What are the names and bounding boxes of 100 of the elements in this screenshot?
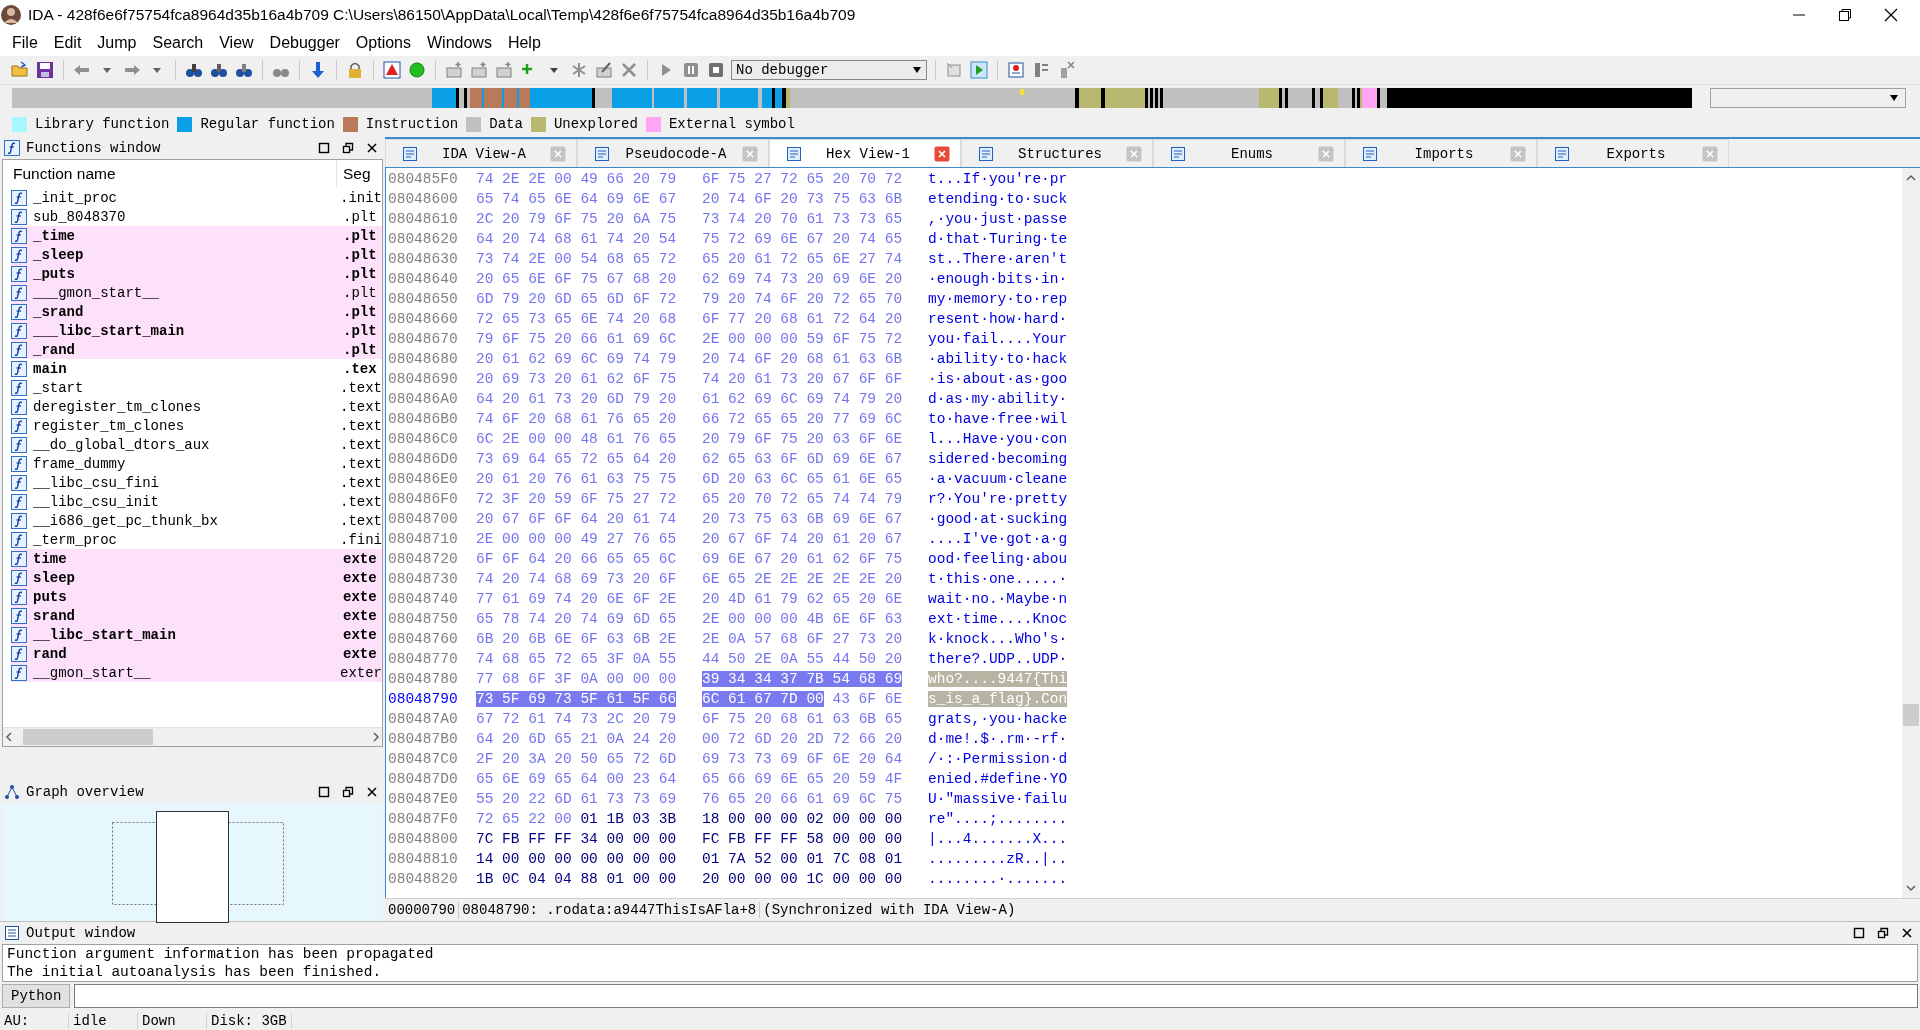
scrollbar-thumb[interactable] xyxy=(1903,704,1919,726)
tab[interactable]: Imports xyxy=(1345,139,1537,167)
hex-bytes: 2F 20 3A 20 50 65 72 6D xyxy=(476,751,677,767)
maximize-icon[interactable] xyxy=(317,141,331,155)
float-icon[interactable] xyxy=(341,141,355,155)
maximize-icon[interactable] xyxy=(317,785,331,799)
function-row[interactable]: rand exte xyxy=(11,644,382,663)
menu-item[interactable]: Search xyxy=(144,32,212,54)
menu-item[interactable]: Windows xyxy=(419,32,500,54)
function-row[interactable]: _init_proc .init xyxy=(11,188,382,207)
save-icon[interactable] xyxy=(35,60,55,80)
menu-item[interactable]: View xyxy=(211,32,262,54)
output-icon xyxy=(4,925,20,941)
hex-bytes: 61 62 69 6C 69 74 79 20 xyxy=(702,391,903,407)
tab[interactable]: IDA View-A xyxy=(385,139,577,167)
hex-bytes: 73 5F 69 73 5F 61 5F 66 xyxy=(476,691,677,707)
app-icon xyxy=(0,4,22,26)
scroll-left-icon[interactable] xyxy=(3,731,15,743)
legend-label: Instruction xyxy=(365,116,459,132)
function-name: _puts xyxy=(33,265,76,282)
restore-icon[interactable] xyxy=(1836,6,1854,24)
run-to-cursor-icon[interactable] xyxy=(969,60,989,80)
close-icon[interactable] xyxy=(1900,926,1914,940)
warning-icon[interactable] xyxy=(382,60,402,80)
edit-icon[interactable] xyxy=(594,60,614,80)
menu-item[interactable]: Options xyxy=(347,32,419,54)
menu-item[interactable]: Edit xyxy=(45,32,90,54)
function-name: _term_proc xyxy=(33,531,118,548)
ascii-text: .........zR..|.. xyxy=(928,851,1068,867)
scrollbar-thumb[interactable] xyxy=(23,729,153,745)
scroll-down-icon[interactable] xyxy=(1905,882,1917,894)
column-header[interactable]: Function name xyxy=(3,160,337,188)
tab[interactable]: Structures xyxy=(961,139,1153,167)
circle-icon[interactable] xyxy=(407,60,427,80)
function-row[interactable]: ___gmon_start__ .plt xyxy=(11,283,382,302)
function-row[interactable]: __i686_get_pc_thunk_bx .text xyxy=(11,511,382,530)
function-row[interactable]: __do_global_dtors_aux .text xyxy=(11,435,382,454)
function-row[interactable]: srand exte xyxy=(11,606,382,625)
tab[interactable]: Hex View-1 xyxy=(769,139,961,167)
function-row[interactable]: deregister_tm_clones .text xyxy=(11,397,382,416)
menu-item[interactable]: Debugger xyxy=(261,32,348,54)
menu-item[interactable]: Help xyxy=(499,32,549,54)
tab[interactable]: Pseudocode-A xyxy=(577,139,769,167)
function-row[interactable]: _rand .plt xyxy=(11,340,382,359)
ascii-text: d·as·my·ability· xyxy=(928,391,1068,407)
hex-bytes: 65 20 61 72 65 6E 27 74 xyxy=(702,251,903,267)
hex-address: 08048720 xyxy=(387,551,459,567)
ascii-text: etending·to·suck xyxy=(928,191,1068,207)
command-input-field[interactable] xyxy=(74,984,1918,1008)
function-name: sleep xyxy=(33,569,76,586)
maximize-icon[interactable] xyxy=(1852,926,1866,940)
scroll-right-icon[interactable] xyxy=(370,731,382,743)
function-row[interactable]: _term_proc .fini xyxy=(11,530,382,549)
function-row[interactable]: _start .text xyxy=(11,378,382,397)
function-row[interactable]: puts exte xyxy=(11,587,382,606)
ascii-text: r?·You're·pretty xyxy=(928,491,1068,507)
function-row[interactable]: frame_dummy .text xyxy=(11,454,382,473)
function-row[interactable]: sub_8048370 .plt xyxy=(11,207,382,226)
function-row[interactable]: _srand .plt xyxy=(11,302,382,321)
tab[interactable]: Enums xyxy=(1153,139,1345,167)
segment-dropdown[interactable] xyxy=(1710,88,1906,108)
tab[interactable]: Exports xyxy=(1537,139,1729,167)
segment-name: .text xyxy=(340,512,382,529)
close-icon[interactable] xyxy=(1882,6,1900,24)
close-icon[interactable] xyxy=(365,141,379,155)
function-icon xyxy=(11,531,27,548)
close-icon[interactable] xyxy=(365,785,379,799)
function-row[interactable]: __libc_start_main exte xyxy=(11,625,382,644)
function-row[interactable]: __libc_csu_init .text xyxy=(11,492,382,511)
status-text: Disk: 3GB xyxy=(207,1013,292,1029)
function-row[interactable]: sleep exte xyxy=(11,568,382,587)
column-header[interactable]: Seg xyxy=(337,165,371,183)
function-icon xyxy=(11,322,27,339)
float-icon[interactable] xyxy=(1876,926,1890,940)
breakpoint-list-icon[interactable] xyxy=(1006,60,1026,80)
hex-address: 080486E0 xyxy=(387,471,459,487)
debugger-dropdown[interactable]: No debugger xyxy=(731,60,927,80)
function-row[interactable]: _puts .plt xyxy=(11,264,382,283)
panel-title: Graph overview xyxy=(26,784,144,800)
segment-name: exte xyxy=(343,607,377,624)
function-row[interactable]: ___libc_start_main .plt xyxy=(11,321,382,340)
function-row[interactable]: _time .plt xyxy=(11,226,382,245)
function-row[interactable]: register_tm_clones .text xyxy=(11,416,382,435)
function-icon xyxy=(4,140,20,156)
ascii-text: ·ability·to·hack xyxy=(928,351,1068,367)
hex-address: 08048730 xyxy=(387,571,459,587)
function-row[interactable]: __libc_csu_fini .text xyxy=(11,473,382,492)
language-button[interactable]: Python xyxy=(2,984,71,1008)
function-row[interactable]: _sleep .plt xyxy=(11,245,382,264)
stop-icon[interactable] xyxy=(706,60,726,80)
function-row[interactable]: main .tex xyxy=(11,359,382,378)
open-folder-icon[interactable] xyxy=(10,60,30,80)
hex-bytes: 77 68 6F 3F 0A 00 00 00 xyxy=(476,671,677,687)
function-row[interactable]: __gmon_start__ exter xyxy=(11,663,382,682)
menu-item[interactable]: File xyxy=(4,32,46,54)
menu-item[interactable]: Jump xyxy=(89,32,145,54)
function-row[interactable]: time exte xyxy=(11,549,382,568)
float-icon[interactable] xyxy=(341,785,355,799)
pause-icon[interactable] xyxy=(681,60,701,80)
view-icon xyxy=(594,145,610,162)
